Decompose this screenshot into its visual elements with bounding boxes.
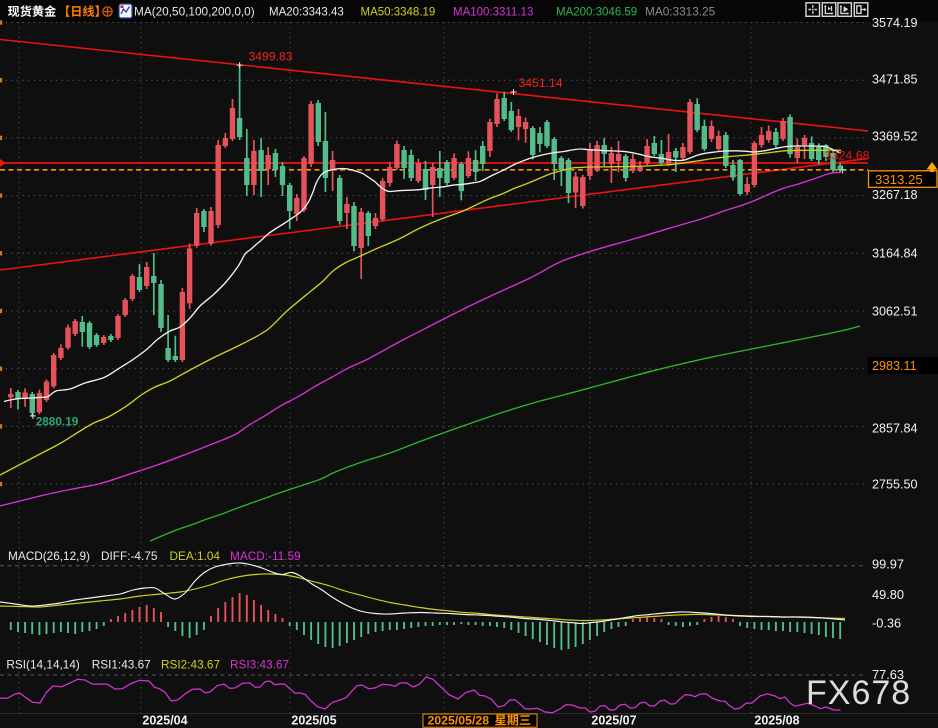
- svg-text:2983.11: 2983.11: [872, 359, 917, 373]
- svg-text:2025/04: 2025/04: [142, 714, 187, 728]
- svg-text:-0.36: -0.36: [872, 616, 901, 631]
- svg-text:DIFF:-4.75: DIFF:-4.75: [101, 549, 158, 563]
- svg-text:99.97: 99.97: [872, 557, 904, 572]
- svg-text:2755.50: 2755.50: [872, 478, 918, 492]
- svg-text:3267.18: 3267.18: [872, 188, 918, 202]
- svg-text:MA0:3313.25: MA0:3313.25: [645, 5, 716, 19]
- svg-text:MACD(26,12,9): MACD(26,12,9): [8, 549, 90, 563]
- svg-text:MACD:-11.59: MACD:-11.59: [230, 549, 301, 563]
- svg-text:49.80: 49.80: [872, 587, 904, 602]
- svg-text:MA50:3348.19: MA50:3348.19: [361, 7, 436, 19]
- svg-text:MA(20,50,100,200,0,0): MA(20,50,100,200,0,0): [134, 5, 255, 19]
- svg-text:2025/08: 2025/08: [754, 714, 799, 728]
- svg-text:3574.19: 3574.19: [872, 16, 918, 30]
- svg-text:MA100:3311.13: MA100:3311.13: [453, 7, 533, 19]
- svg-text:2880.19: 2880.19: [36, 415, 79, 429]
- svg-text:2025/05: 2025/05: [291, 714, 336, 728]
- svg-text:3324.68: 3324.68: [825, 149, 870, 163]
- svg-text:FX678: FX678: [806, 674, 911, 712]
- svg-text:DEA:1.04: DEA:1.04: [170, 549, 221, 563]
- svg-text:3313.25: 3313.25: [875, 172, 923, 187]
- svg-text:RSI1:43.67: RSI1:43.67: [92, 658, 151, 672]
- svg-text:2857.84: 2857.84: [872, 422, 918, 436]
- svg-text:RSI(14,14,14): RSI(14,14,14): [6, 658, 80, 672]
- svg-text:MA200:3046.59: MA200:3046.59: [556, 7, 637, 19]
- svg-text:RSI2:43.67: RSI2:43.67: [161, 658, 220, 672]
- svg-text:3164.84: 3164.84: [872, 247, 918, 261]
- svg-text:2025/07: 2025/07: [591, 714, 636, 728]
- svg-text:3471.85: 3471.85: [872, 73, 918, 87]
- svg-text:3062.51: 3062.51: [872, 304, 918, 318]
- svg-text:3369.52: 3369.52: [872, 129, 918, 143]
- svg-text:2025/05/28: 2025/05/28: [428, 714, 490, 728]
- svg-text:3451.14: 3451.14: [519, 76, 563, 90]
- svg-text:3499.83: 3499.83: [249, 50, 293, 64]
- svg-text:MA20:3343.43: MA20:3343.43: [269, 7, 344, 19]
- svg-text:RSI3:43.67: RSI3:43.67: [230, 658, 289, 672]
